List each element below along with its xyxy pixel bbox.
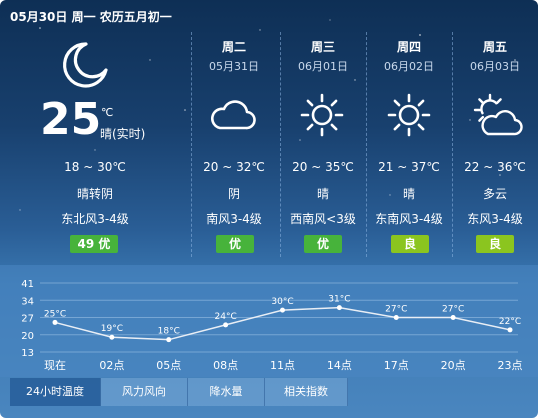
date-line: 05月30日 周一 农历五月初一 (10, 10, 172, 24)
tab-precipitation[interactable]: 降水量 (188, 378, 265, 406)
temperature-unit: ℃ (101, 106, 114, 119)
hourly-temperature-chart: 41 34 27 20 13 25°C 19°C 18°C 24°C 30°C 31°C 27°C 2… (21, 279, 523, 372)
y-tick-label: 34 (21, 296, 34, 307)
weather-widget: 05月30日 周一 农历五月初一 25 ℃ 晴(实时) 18 ~ 30℃ 晴转阴… (0, 0, 538, 418)
day-wind: 东风3-4级 (467, 212, 523, 226)
x-tick-label: 现在 (44, 359, 66, 372)
current-temperature: 25 (40, 94, 102, 145)
day-weather: 阴 (227, 187, 240, 201)
temperature-point (336, 305, 342, 311)
temperature-label: 25°C (44, 309, 66, 319)
day-aqi-badge: 良 (391, 235, 429, 253)
temperature-label: 22°C (499, 317, 521, 327)
today-aqi-badge: 49 优 (70, 235, 118, 253)
cloud-icon (211, 100, 256, 130)
day-aqi-badge: 优 (304, 235, 342, 253)
y-tick-label: 20 (21, 331, 34, 342)
x-tick-label: 11点 (270, 359, 295, 372)
temperature-label: 18°C (158, 327, 180, 337)
x-tick-label: 02点 (99, 359, 124, 372)
day-name: 周二 (221, 40, 246, 54)
today-wind: 东北风3-4级 (61, 212, 129, 226)
temperature-label: 30°C (271, 297, 293, 307)
today-temp-range: 18 ~ 30℃ (64, 160, 126, 174)
day-name: 周四 (396, 40, 421, 54)
day-date: 05月31日 (209, 60, 259, 73)
x-tick-label: 23点 (498, 359, 523, 372)
column-divider (280, 32, 281, 257)
day-date: 06月03日 (470, 60, 520, 73)
temperature-point (166, 337, 172, 343)
x-tick-label: 20点 (441, 359, 466, 372)
day-wind: 南风3-4级 (206, 212, 262, 226)
day-weather: 晴 (316, 187, 329, 201)
day-name: 周五 (482, 40, 507, 54)
temperature-point (223, 322, 229, 328)
tab-24h-temperature[interactable]: 24小时温度 (10, 378, 101, 406)
tab-indices[interactable]: 相关指数 (265, 378, 348, 406)
temperature-label: 19°C (101, 324, 123, 334)
day-weather: 多云 (482, 187, 507, 201)
day-aqi-badge: 良 (476, 235, 514, 253)
column-divider (452, 32, 453, 257)
day-date: 06月02日 (384, 60, 434, 73)
day-aqi-badge: 优 (216, 235, 254, 253)
y-tick-label: 41 (21, 279, 34, 290)
today-weather: 晴转阴 (76, 187, 113, 201)
x-tick-label: 08点 (213, 359, 238, 372)
day-date: 06月01日 (298, 60, 348, 73)
temperature-point (450, 315, 456, 320)
day-wind: 西南风<3级 (290, 212, 356, 226)
day-temp-range: 20 ~ 35℃ (292, 160, 354, 174)
day-wind: 东南风3-4级 (375, 212, 443, 226)
tab-wind[interactable]: 风力风向 (101, 378, 188, 406)
day-temp-range: 21 ~ 37℃ (378, 160, 440, 174)
current-condition: 晴(实时) (100, 127, 146, 141)
temperature-label: 27°C (385, 305, 407, 315)
sun-icon (387, 93, 431, 137)
moon-icon (63, 42, 108, 88)
temperature-label: 24°C (215, 312, 237, 322)
partly-cloudy-icon (473, 93, 523, 136)
temperature-label: 27°C (442, 305, 464, 315)
temperature-point (280, 307, 285, 313)
temperature-label: 31°C (328, 295, 350, 305)
hourly-temperature-panel: 41 34 27 20 13 25°C 19°C 18°C 24°C 30°C 31°C 27°C 2… (0, 265, 538, 377)
temperature-point (109, 334, 115, 340)
x-tick-label: 05点 (156, 359, 181, 372)
x-tick-label: 14点 (327, 359, 352, 372)
y-tick-label: 13 (21, 348, 34, 359)
day-temp-range: 20 ~ 32℃ (203, 160, 265, 174)
temperature-point (507, 327, 513, 333)
column-divider (366, 32, 367, 257)
sun-icon (300, 93, 344, 137)
x-tick-label: 17点 (384, 359, 409, 372)
day-name: 周三 (310, 40, 335, 54)
day-weather: 晴 (402, 187, 415, 201)
y-tick-label: 27 (21, 314, 34, 325)
day-temp-range: 22 ~ 36℃ (464, 160, 526, 174)
chart-tabs: 24小时温度 风力风向 降水量 相关指数 (0, 378, 538, 408)
temperature-point (52, 319, 58, 325)
temperature-point (393, 315, 399, 320)
column-divider (191, 32, 192, 257)
